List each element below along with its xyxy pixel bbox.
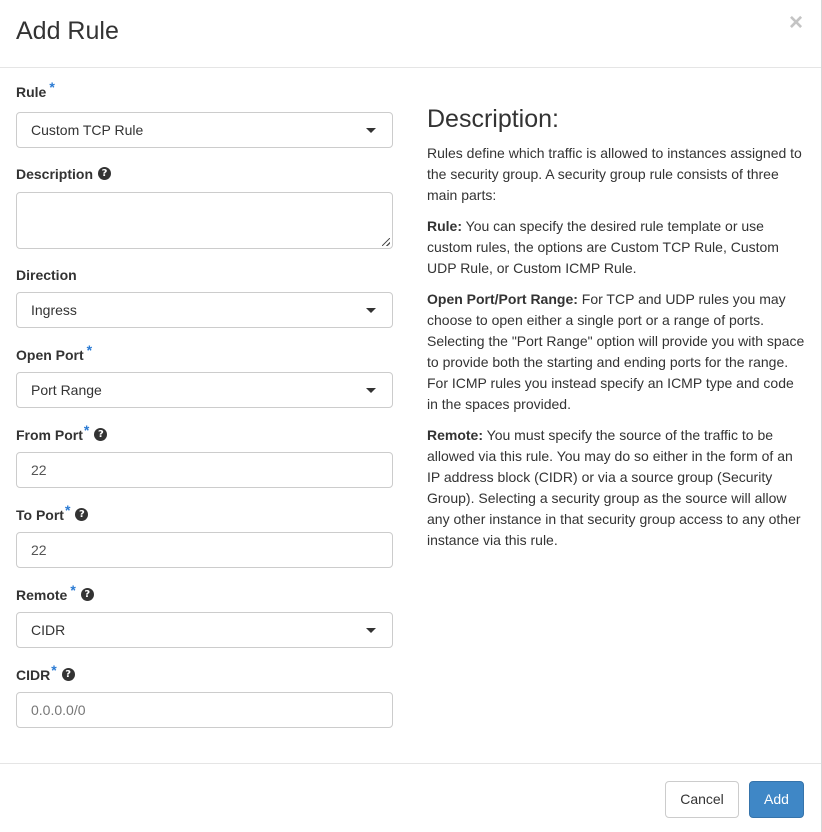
cidr-input[interactable]: 0.0.0.0/0 [16,692,393,728]
caret-down-icon [366,308,376,313]
remote-select[interactable]: CIDR [16,612,393,648]
direction-label: Direction [16,267,77,283]
modal-header: Add Rule × [0,0,821,68]
modal-title: Add Rule [16,17,119,45]
from-port-input[interactable]: 22 [16,452,393,488]
add-rule-modal: Add Rule × Rule * Custom TCP Rule Descri… [0,0,822,832]
help-rule: Rule: You can specify the desired rule t… [427,218,779,276]
remote-label: Remote * ? [16,582,393,605]
open-port-group: Open Port * [16,342,393,365]
remote-group: Remote * ? [16,582,393,605]
description-textarea[interactable] [16,192,393,249]
rule-label: Rule * [16,79,55,100]
caret-down-icon [366,128,376,133]
close-icon[interactable]: × [789,11,803,35]
help-intro: Rules define which traffic is allowed to… [427,145,802,203]
from-port-label: From Port * ? [16,422,393,445]
required-star: * [83,422,90,438]
to-port-input[interactable]: 22 [16,532,393,568]
cidr-group: CIDR * ? [16,662,393,685]
rule-select[interactable]: Custom TCP Rule [16,112,393,148]
to-port-group: To Port * ? [16,502,393,525]
question-circle-icon[interactable]: ? [94,428,108,441]
help-remote: Remote: You must specify the source of t… [427,427,801,548]
direction-select[interactable]: Ingress [16,292,393,328]
help-open-port: Open Port/Port Range: For TCP and UDP ru… [427,291,805,412]
question-circle-icon[interactable]: ? [75,508,89,521]
help-heading: Description: [427,105,559,133]
question-circle-icon[interactable]: ? [98,167,112,180]
question-circle-icon[interactable]: ? [80,588,94,601]
cancel-button[interactable]: Cancel [665,781,739,818]
required-star: * [86,342,93,358]
required-star: * [49,79,55,95]
open-port-select[interactable]: Port Range [16,372,393,408]
required-star: * [64,502,71,518]
description-group: Description ? [16,164,393,184]
to-port-label: To Port * ? [16,502,393,525]
open-port-label: Open Port * [16,342,93,363]
description-label: Description ? [16,164,393,184]
required-star: * [51,662,57,678]
caret-down-icon [366,388,376,393]
help-panel: Description: Rules define which traffic … [427,104,807,561]
direction-group: Direction [16,265,393,285]
modal-footer: Cancel Add [0,763,821,832]
required-star: * [70,582,76,598]
cidr-label: CIDR * ? [16,662,393,685]
caret-down-icon [366,628,376,633]
from-port-group: From Port * ? [16,422,393,445]
resize-handle-icon[interactable] [382,238,390,246]
add-button[interactable]: Add [749,781,804,818]
question-circle-icon[interactable]: ? [61,668,75,681]
rule-group: Rule * [16,79,393,102]
